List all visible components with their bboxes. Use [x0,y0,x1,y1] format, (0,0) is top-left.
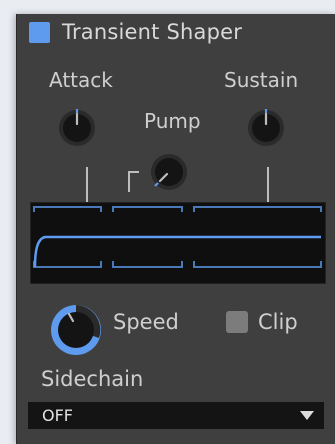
envelope-graphic [33,206,322,268]
sidechain-label: Sidechain [41,367,144,391]
clip-label: Clip [258,310,298,334]
clip-row[interactable]: Clip [226,310,298,334]
connector-lines [86,167,269,203]
chevron-down-icon[interactable] [300,411,314,420]
envelope-display [30,202,326,284]
clip-checkbox-icon[interactable] [226,311,248,333]
speed-label: Speed [113,310,179,334]
sidechain-selected-value: OFF [42,406,73,425]
sidechain-dropdown[interactable]: OFF [28,402,324,429]
speed-knob[interactable] [50,304,102,356]
speed-knob-graphic [51,305,101,355]
transient-shaper-panel: Transient Shaper Attack Pump Sustain Spe… [16,14,335,444]
